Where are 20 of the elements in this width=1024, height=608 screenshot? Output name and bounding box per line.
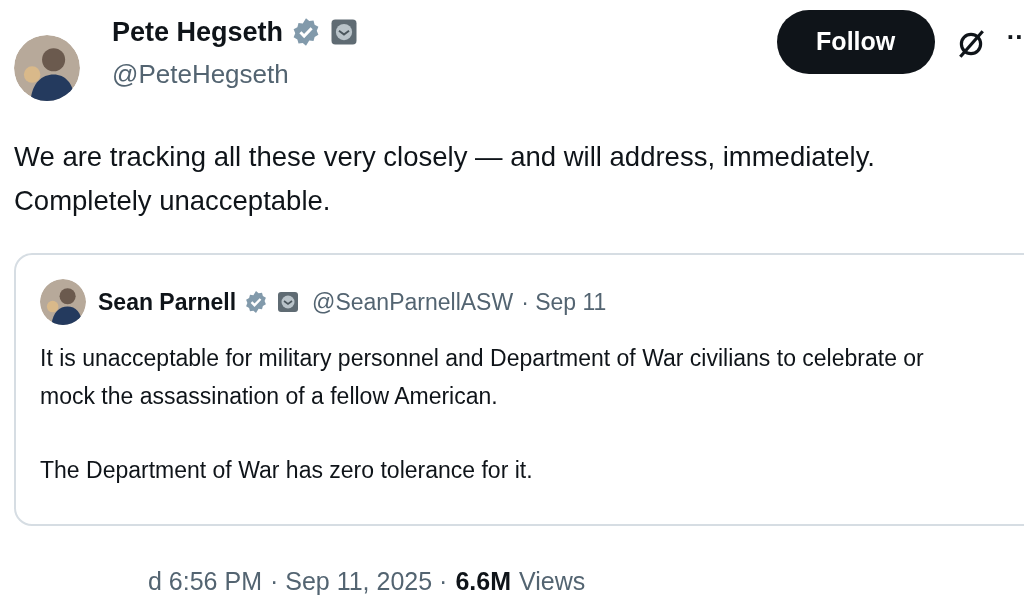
views-label: Views (519, 566, 586, 596)
post-time: d 6:56 PM (148, 566, 262, 596)
quoted-post-text: The Department of War has zero tolerance for it. (40, 456, 534, 485)
views-count: 6.6M (455, 566, 511, 596)
more-button[interactable]: ·· (1006, 24, 1024, 50)
emblem-icon (276, 290, 301, 314)
avatar-icon (14, 35, 80, 101)
verified-badge-icon (244, 290, 269, 314)
emblem-icon (329, 17, 360, 48)
avatar-icon (40, 279, 86, 325)
quoted-post-date: · Sep 11 (521, 287, 607, 317)
quoted-post-text: It is unacceptable for military personnel and Department of War civilians to celebrate or mock the assassination of a fellow American. (40, 344, 925, 411)
author-name[interactable]: Pete Hegseth (112, 12, 284, 53)
quoted-author-name: Sean Parnell (98, 287, 237, 317)
follow-button[interactable]: Follow (776, 10, 935, 74)
post-text: We are tracking all these very closely — and will address, immediately. Completely unacceptable. (14, 140, 876, 218)
quoted-post-card[interactable] (14, 253, 1024, 526)
quoted-author-handle: @SeanParnellASW (312, 287, 514, 317)
author-handle[interactable]: @PeteHegseth (112, 54, 360, 94)
post-date: · Sep 11, 2025 · (269, 566, 448, 596)
